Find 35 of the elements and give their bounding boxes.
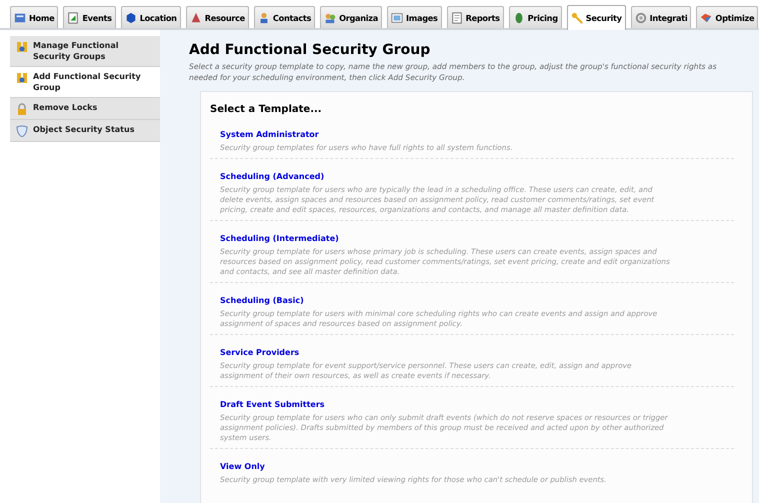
nav-tab[interactable]: Events	[63, 6, 116, 28]
people-icon	[324, 12, 336, 24]
section-heading: Select a Template...	[210, 104, 323, 115]
nav-tab[interactable]: Images	[387, 6, 442, 28]
gear-icon	[634, 12, 647, 24]
shield-icon	[16, 125, 28, 137]
template-link[interactable]: Scheduling (Advanced)	[220, 172, 324, 181]
document-icon	[67, 12, 80, 24]
nav-tab[interactable]: Integrati	[630, 6, 692, 28]
lock-icon	[16, 103, 28, 115]
nav-tab[interactable]: Reports	[446, 6, 504, 28]
nav-tab[interactable]: Contacts	[254, 6, 316, 28]
nav-tab[interactable]: Pricing	[508, 6, 562, 28]
page-title: Add Functional Security Group	[189, 42, 432, 58]
template-link[interactable]: Service Providers	[220, 348, 300, 357]
template-link[interactable]: View Only	[220, 462, 265, 471]
sidebar-item[interactable]: Remove Locks	[10, 98, 160, 120]
template-link[interactable]: Scheduling (Intermediate)	[220, 234, 339, 243]
report-icon	[450, 12, 463, 24]
key-icon	[570, 12, 583, 24]
nav-tab[interactable]: Location	[120, 6, 181, 28]
sidebar-item[interactable]: Object Security Status	[10, 120, 160, 142]
sidebar-item[interactable]: Manage Functional Security Groups	[10, 36, 160, 67]
image-icon	[391, 12, 403, 24]
template-link[interactable]: Scheduling (Basic)	[220, 296, 304, 305]
person-icon	[258, 12, 270, 24]
nav-tab[interactable]: Organiza	[320, 6, 382, 28]
template-link[interactable]: Draft Event Submitters	[220, 400, 325, 409]
nav-tab[interactable]: Security	[566, 5, 626, 30]
template-link[interactable]: System Administrator	[220, 130, 319, 139]
nav-tab[interactable]: Optimize	[696, 6, 758, 28]
shapes-icon	[700, 12, 712, 24]
nav-tab[interactable]: Home	[10, 6, 58, 28]
triangle-icon	[190, 12, 202, 24]
nav-tab[interactable]: Resource	[186, 6, 249, 28]
